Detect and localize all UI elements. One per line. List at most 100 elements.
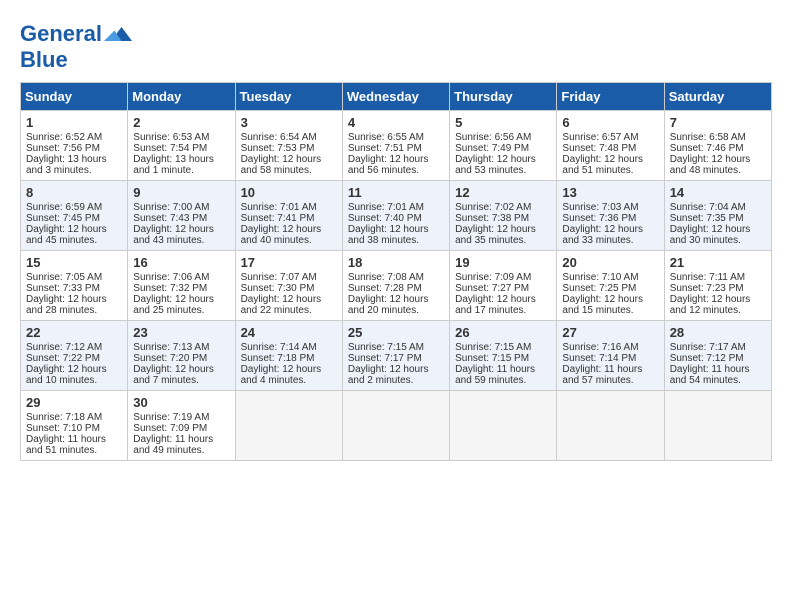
calendar-cell: 20Sunrise: 7:10 AMSunset: 7:25 PMDayligh… <box>557 251 664 321</box>
sunset-text: Sunset: 7:56 PM <box>26 143 100 154</box>
day-number: 7 <box>670 115 766 130</box>
sunset-text: Sunset: 7:27 PM <box>455 283 529 294</box>
sunrise-text: Sunrise: 7:17 AM <box>670 342 746 353</box>
sunrise-text: Sunrise: 7:04 AM <box>670 202 746 213</box>
calendar-cell: 6Sunrise: 6:57 AMSunset: 7:48 PMDaylight… <box>557 111 664 181</box>
sunset-text: Sunset: 7:53 PM <box>241 143 315 154</box>
day-number: 8 <box>26 185 122 200</box>
calendar-cell: 24Sunrise: 7:14 AMSunset: 7:18 PMDayligh… <box>235 321 342 391</box>
calendar-cell: 30Sunrise: 7:19 AMSunset: 7:09 PMDayligh… <box>128 391 235 461</box>
daylight-text: Daylight: 12 hours and 56 minutes. <box>348 154 429 176</box>
day-number: 29 <box>26 395 122 410</box>
sunset-text: Sunset: 7:22 PM <box>26 353 100 364</box>
daylight-text: Daylight: 12 hours and 30 minutes. <box>670 224 751 246</box>
day-number: 23 <box>133 325 229 340</box>
sunset-text: Sunset: 7:33 PM <box>26 283 100 294</box>
sunrise-text: Sunrise: 6:56 AM <box>455 132 531 143</box>
daylight-text: Daylight: 11 hours and 51 minutes. <box>26 434 106 456</box>
day-number: 22 <box>26 325 122 340</box>
weekday-header-thursday: Thursday <box>450 83 557 111</box>
calendar-cell: 22Sunrise: 7:12 AMSunset: 7:22 PMDayligh… <box>21 321 128 391</box>
calendar-cell: 26Sunrise: 7:15 AMSunset: 7:15 PMDayligh… <box>450 321 557 391</box>
day-number: 11 <box>348 185 444 200</box>
sunset-text: Sunset: 7:49 PM <box>455 143 529 154</box>
logo-icon <box>104 20 132 48</box>
calendar-cell: 28Sunrise: 7:17 AMSunset: 7:12 PMDayligh… <box>664 321 771 391</box>
day-number: 18 <box>348 255 444 270</box>
sunset-text: Sunset: 7:18 PM <box>241 353 315 364</box>
sunset-text: Sunset: 7:32 PM <box>133 283 207 294</box>
calendar-cell: 10Sunrise: 7:01 AMSunset: 7:41 PMDayligh… <box>235 181 342 251</box>
calendar-cell: 21Sunrise: 7:11 AMSunset: 7:23 PMDayligh… <box>664 251 771 321</box>
calendar-cell <box>342 391 449 461</box>
day-number: 9 <box>133 185 229 200</box>
sunset-text: Sunset: 7:48 PM <box>562 143 636 154</box>
weekday-header-wednesday: Wednesday <box>342 83 449 111</box>
calendar-cell <box>557 391 664 461</box>
daylight-text: Daylight: 12 hours and 15 minutes. <box>562 294 643 316</box>
daylight-text: Daylight: 12 hours and 40 minutes. <box>241 224 322 246</box>
sunset-text: Sunset: 7:12 PM <box>670 353 744 364</box>
sunrise-text: Sunrise: 7:15 AM <box>348 342 424 353</box>
calendar-cell: 18Sunrise: 7:08 AMSunset: 7:28 PMDayligh… <box>342 251 449 321</box>
logo: General Blue <box>20 20 132 72</box>
calendar-cell <box>664 391 771 461</box>
daylight-text: Daylight: 13 hours and 3 minutes. <box>26 154 107 176</box>
day-number: 24 <box>241 325 337 340</box>
sunrise-text: Sunrise: 7:03 AM <box>562 202 638 213</box>
sunrise-text: Sunrise: 7:06 AM <box>133 272 209 283</box>
sunrise-text: Sunrise: 7:07 AM <box>241 272 317 283</box>
day-number: 30 <box>133 395 229 410</box>
calendar-cell: 29 Sunrise: 7:18 AMSunset: 7:10 PMDayligh… <box>21 391 128 461</box>
calendar-cell: 4Sunrise: 6:55 AMSunset: 7:51 PMDaylight… <box>342 111 449 181</box>
day-number: 4 <box>348 115 444 130</box>
daylight-text: Daylight: 12 hours and 33 minutes. <box>562 224 643 246</box>
daylight-text: Daylight: 12 hours and 2 minutes. <box>348 364 429 386</box>
sunrise-text: Sunrise: 7:09 AM <box>455 272 531 283</box>
calendar-cell: 25Sunrise: 7:15 AMSunset: 7:17 PMDayligh… <box>342 321 449 391</box>
calendar-cell: 3Sunrise: 6:54 AMSunset: 7:53 PMDaylight… <box>235 111 342 181</box>
sunset-text: Sunset: 7:25 PM <box>562 283 636 294</box>
calendar-cell: 23Sunrise: 7:13 AMSunset: 7:20 PMDayligh… <box>128 321 235 391</box>
weekday-header-saturday: Saturday <box>664 83 771 111</box>
daylight-text: Daylight: 12 hours and 53 minutes. <box>455 154 536 176</box>
sunset-text: Sunset: 7:36 PM <box>562 213 636 224</box>
sunset-text: Sunset: 7:14 PM <box>562 353 636 364</box>
calendar-cell: 17Sunrise: 7:07 AMSunset: 7:30 PMDayligh… <box>235 251 342 321</box>
day-number: 1 <box>26 115 122 130</box>
daylight-text: Daylight: 12 hours and 38 minutes. <box>348 224 429 246</box>
logo-text: General <box>20 22 102 46</box>
day-number: 21 <box>670 255 766 270</box>
weekday-header-sunday: Sunday <box>21 83 128 111</box>
calendar-cell: 9Sunrise: 7:00 AMSunset: 7:43 PMDaylight… <box>128 181 235 251</box>
day-number: 2 <box>133 115 229 130</box>
daylight-text: Daylight: 11 hours and 59 minutes. <box>455 364 535 386</box>
daylight-text: Daylight: 12 hours and 45 minutes. <box>26 224 107 246</box>
daylight-text: Daylight: 12 hours and 22 minutes. <box>241 294 322 316</box>
day-number: 12 <box>455 185 551 200</box>
daylight-text: Daylight: 12 hours and 7 minutes. <box>133 364 214 386</box>
sunrise-text: Sunrise: 7:15 AM <box>455 342 531 353</box>
sunrise-text: Sunrise: 6:53 AM <box>133 132 209 143</box>
sunrise-text: Sunrise: 7:01 AM <box>241 202 317 213</box>
sunset-text: Sunset: 7:54 PM <box>133 143 207 154</box>
calendar-table: SundayMondayTuesdayWednesdayThursdayFrid… <box>20 82 772 461</box>
calendar-cell: 27Sunrise: 7:16 AMSunset: 7:14 PMDayligh… <box>557 321 664 391</box>
sunrise-text: Sunrise: 7:16 AM <box>562 342 638 353</box>
daylight-text: Daylight: 12 hours and 25 minutes. <box>133 294 214 316</box>
sunset-text: Sunset: 7:10 PM <box>26 423 100 434</box>
calendar-cell <box>450 391 557 461</box>
sunrise-text: Sunrise: 7:18 AM <box>26 412 102 423</box>
weekday-header-friday: Friday <box>557 83 664 111</box>
calendar-cell: 11Sunrise: 7:01 AMSunset: 7:40 PMDayligh… <box>342 181 449 251</box>
day-number: 10 <box>241 185 337 200</box>
sunset-text: Sunset: 7:17 PM <box>348 353 422 364</box>
calendar-cell: 19Sunrise: 7:09 AMSunset: 7:27 PMDayligh… <box>450 251 557 321</box>
logo-blue: Blue <box>20 48 132 72</box>
day-number: 16 <box>133 255 229 270</box>
calendar-cell: 7Sunrise: 6:58 AMSunset: 7:46 PMDaylight… <box>664 111 771 181</box>
sunrise-text: Sunrise: 7:00 AM <box>133 202 209 213</box>
sunrise-text: Sunrise: 7:13 AM <box>133 342 209 353</box>
daylight-text: Daylight: 12 hours and 35 minutes. <box>455 224 536 246</box>
sunset-text: Sunset: 7:51 PM <box>348 143 422 154</box>
